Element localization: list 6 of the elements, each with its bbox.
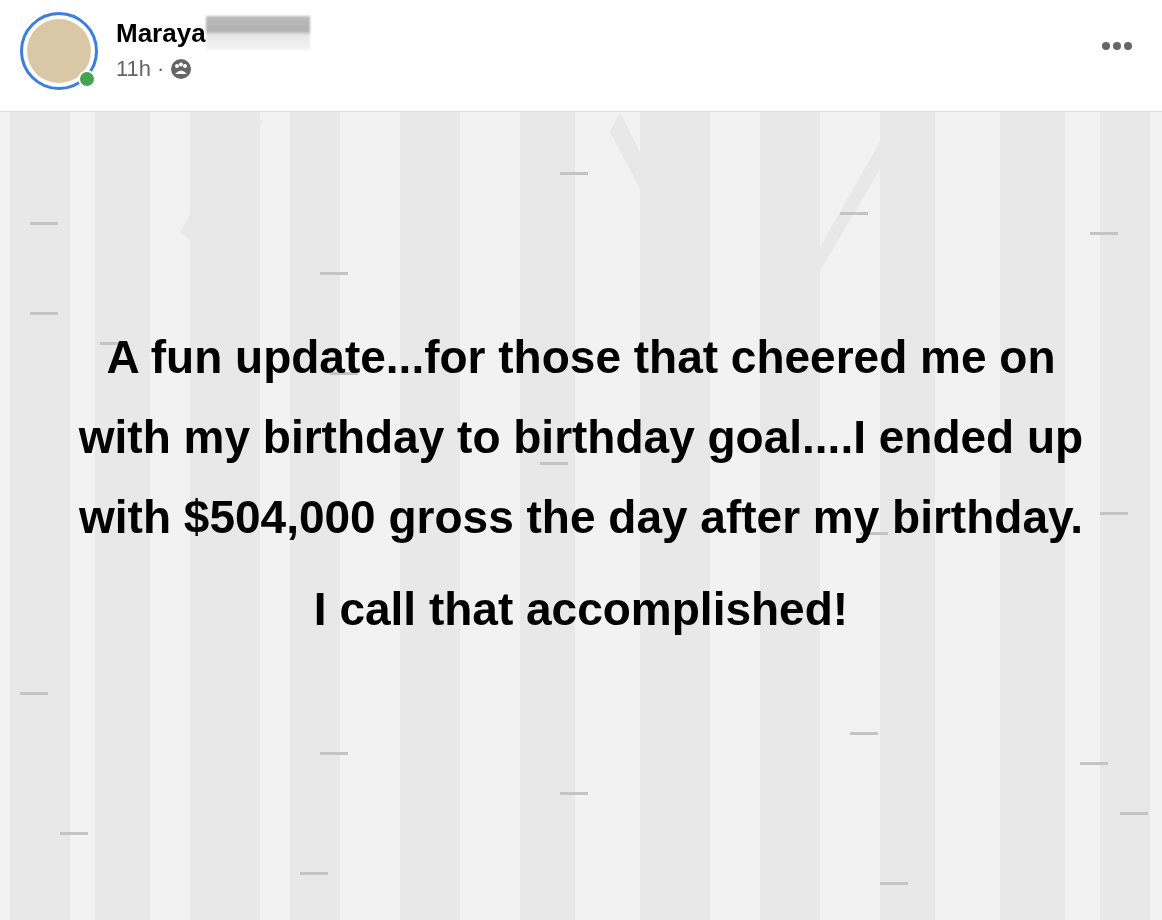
post-text: A fun update...for those that cheered me on with my birthday to birthday goal....I ended up with $504,000 gross the day after my birthday.	[77, 330, 1085, 545]
separator: ·	[157, 55, 165, 83]
author-name[interactable]: Maraya	[116, 17, 206, 49]
group-icon	[170, 57, 193, 80]
post-time[interactable]: 11h	[116, 52, 152, 85]
post-text: I call that accomplished!	[313, 582, 849, 637]
